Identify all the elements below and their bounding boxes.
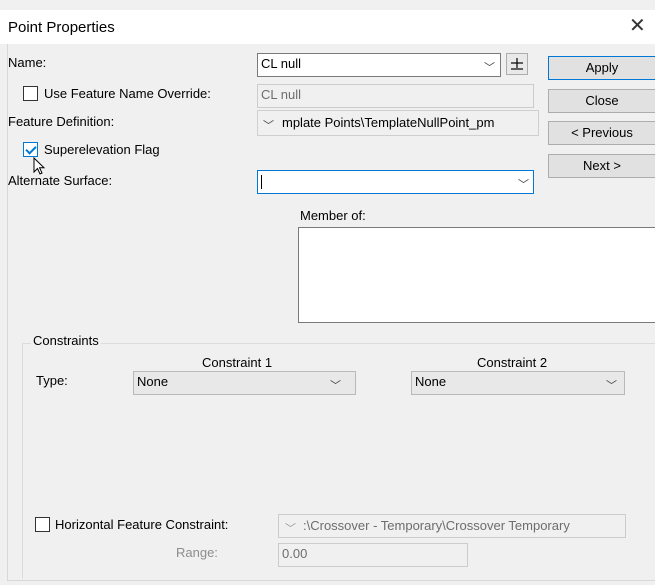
member-of-label: Member of: [300, 208, 366, 223]
constraint1-type-value: None [137, 374, 169, 389]
constraint2-type-combo[interactable]: None ﹀ [411, 371, 625, 395]
use-override-checkbox[interactable] [23, 86, 38, 101]
feature-definition-combo[interactable]: ﹀ mplate Points\TemplateNullPoint_pm [257, 110, 539, 136]
range-value: 0.00 [282, 546, 308, 561]
close-button[interactable]: Close [548, 89, 655, 113]
pick-point-button[interactable] [506, 53, 528, 75]
close-icon[interactable]: ✕ [629, 14, 646, 38]
chevron-down-icon[interactable]: ﹀ [484, 59, 495, 75]
alternate-surface-label: Alternate Surface: [8, 173, 113, 188]
chevron-down-icon[interactable]: ﹀ [606, 377, 617, 393]
member-of-list[interactable] [298, 227, 655, 323]
previous-button[interactable]: < Previous [548, 121, 655, 145]
chevron-down-icon[interactable]: ﹀ [263, 117, 274, 133]
chevron-down-icon[interactable]: ﹀ [518, 176, 529, 192]
horizontal-constraint-checkbox[interactable] [35, 517, 50, 532]
name-value: CL null [261, 56, 301, 71]
horizontal-constraint-value: :\Crossover - Temporary\Crossover Tempor… [303, 518, 570, 533]
range-field[interactable]: 0.00 [278, 543, 468, 567]
override-name-field[interactable]: CL null [257, 84, 534, 108]
constraint1-header: Constraint 1 [202, 355, 273, 370]
range-label: Range: [176, 545, 218, 560]
horizontal-constraint-combo[interactable]: ﹀ :\Crossover - Temporary\Crossover Temp… [278, 514, 626, 538]
constraint2-header: Constraint 2 [477, 355, 548, 370]
text-caret [261, 175, 262, 189]
feature-definition-label: Feature Definition: [8, 114, 115, 129]
override-name-value: CL null [261, 87, 301, 102]
apply-button[interactable]: Apply [548, 56, 655, 80]
name-combo[interactable]: CL null ﹀ [257, 53, 501, 77]
use-override-label: Use Feature Name Override: [44, 86, 211, 101]
feature-definition-value: mplate Points\TemplateNullPoint_pm [282, 115, 495, 130]
name-label: Name: [8, 55, 47, 70]
pick-point-icon [511, 58, 523, 70]
chevron-down-icon[interactable]: ﹀ [330, 377, 341, 393]
constraint1-type-combo[interactable]: None ﹀ [133, 371, 356, 395]
horizontal-constraint-label: Horizontal Feature Constraint: [55, 517, 229, 532]
window-title: Point Properties [8, 19, 115, 36]
type-label: Type: [36, 373, 68, 388]
chevron-down-icon[interactable]: ﹀ [285, 520, 296, 536]
constraints-group-label: Constraints [31, 333, 101, 348]
alternate-surface-combo[interactable]: ﹀ [257, 170, 534, 194]
superelevation-checkbox[interactable] [23, 142, 38, 157]
superelevation-label: Superelevation Flag [44, 142, 160, 157]
constraint2-type-value: None [415, 374, 447, 389]
next-button[interactable]: Next > [548, 154, 655, 178]
